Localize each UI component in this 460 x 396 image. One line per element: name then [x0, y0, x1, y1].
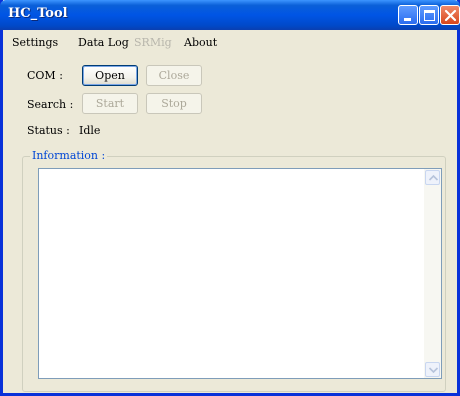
scroll-down-button[interactable]: [425, 362, 440, 377]
menu-about[interactable]: About: [184, 36, 217, 49]
minimize-icon: [404, 18, 411, 21]
app-window: HC_Tool Settings Data Log SRMig About CO…: [0, 0, 460, 396]
window-title: HC_Tool: [8, 6, 68, 21]
information-textarea[interactable]: [38, 168, 442, 379]
close-button[interactable]: [440, 5, 460, 25]
close-port-button[interactable]: Close: [146, 65, 202, 86]
menu-data-log[interactable]: Data Log: [78, 36, 129, 49]
minimize-button[interactable]: [398, 5, 418, 25]
title-bar[interactable]: HC_Tool: [0, 0, 460, 30]
menu-settings[interactable]: Settings: [12, 36, 58, 49]
scroll-down-arrow-icon: [428, 367, 439, 374]
close-icon: [444, 9, 457, 22]
menu-srmig[interactable]: SRMig: [134, 36, 172, 49]
status-label: Status :: [27, 124, 70, 137]
scroll-up-arrow-icon: [428, 174, 439, 181]
status-value: Idle: [79, 124, 101, 137]
start-button[interactable]: Start: [82, 93, 138, 114]
menu-bar: Settings Data Log SRMig About: [3, 30, 457, 54]
search-label: Search :: [27, 98, 74, 111]
maximize-icon: [424, 10, 435, 21]
open-button[interactable]: Open: [82, 65, 138, 86]
maximize-button[interactable]: [419, 5, 439, 25]
scroll-up-button[interactable]: [425, 170, 440, 185]
vertical-scrollbar[interactable]: [424, 169, 441, 378]
information-title: Information :: [30, 149, 108, 162]
stop-button[interactable]: Stop: [146, 93, 202, 114]
com-label: COM :: [27, 69, 63, 82]
